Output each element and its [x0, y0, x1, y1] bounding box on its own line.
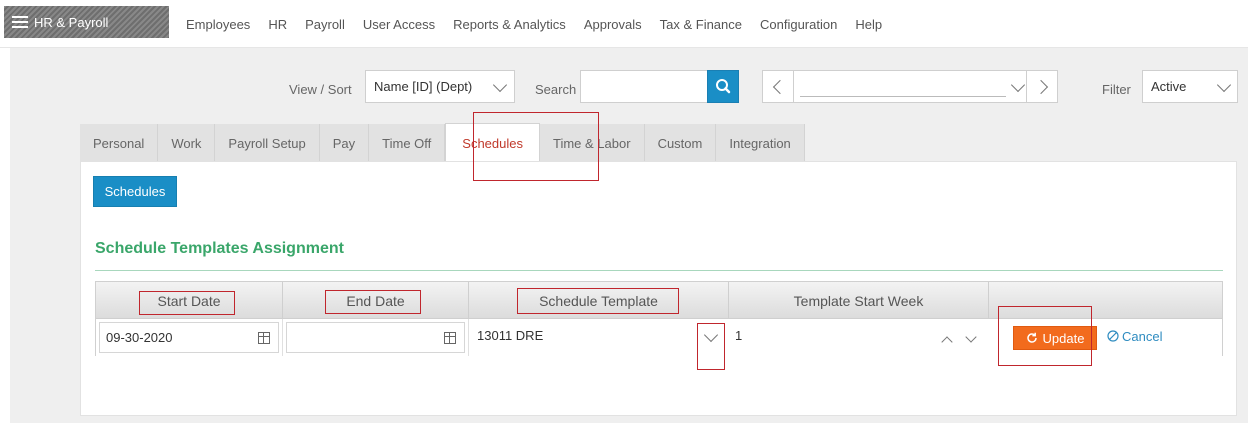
grid-header: Start Date End Date Schedule Template Te… — [96, 282, 1222, 319]
end-date-cell — [283, 319, 469, 356]
main-nav: Employees HR Payroll User Access Reports… — [186, 0, 900, 48]
nav-item-employees[interactable]: Employees — [186, 17, 250, 32]
chevron-down-icon — [1010, 77, 1026, 93]
chevron-down-icon — [492, 77, 508, 93]
nav-item-payroll[interactable]: Payroll — [305, 17, 345, 32]
view-sort-label: View / Sort — [289, 82, 352, 97]
view-sort-value: Name [ID] (Dept) — [374, 79, 473, 94]
section-title: Schedule Templates Assignment — [95, 240, 344, 257]
section-divider — [95, 270, 1223, 271]
chevron-right-icon — [1033, 79, 1049, 95]
employee-select[interactable] — [794, 70, 1026, 103]
chevron-down-icon — [1216, 77, 1232, 93]
column-header-schedule-template[interactable]: Schedule Template — [469, 282, 729, 319]
template-start-week-cell: 1 — [729, 319, 989, 356]
nav-item-reports-analytics[interactable]: Reports & Analytics — [453, 17, 566, 32]
nav-item-approvals[interactable]: Approvals — [584, 17, 642, 32]
table-row: 09-30-2020 13011 DRE 1 Update Cancel — [96, 319, 1222, 356]
nav-item-tax-finance[interactable]: Tax & Finance — [660, 17, 742, 32]
column-header-actions — [989, 282, 1222, 319]
tab-work[interactable]: Work — [158, 124, 216, 162]
update-label: Update — [1042, 330, 1085, 346]
view-sort-select[interactable]: Name [ID] (Dept) — [365, 70, 515, 103]
search-input[interactable] — [580, 70, 708, 103]
nav-item-user-access[interactable]: User Access — [363, 17, 435, 32]
schedule-template-select[interactable]: 13011 DRE — [469, 319, 729, 356]
column-header-end-date[interactable]: End Date — [283, 282, 469, 319]
chevron-left-icon — [772, 79, 788, 95]
cancel-circle-icon — [1107, 330, 1119, 342]
tab-time-labor[interactable]: Time & Labor — [540, 124, 645, 162]
update-button[interactable]: Update — [1013, 326, 1097, 350]
filter-select[interactable]: Active — [1142, 70, 1238, 103]
column-header-template-start-week[interactable]: Template Start Week — [729, 282, 989, 319]
tab-pay[interactable]: Pay — [319, 124, 370, 162]
calendar-icon[interactable] — [444, 332, 456, 344]
filter-value: Active — [1151, 79, 1187, 94]
tab-custom[interactable]: Custom — [644, 124, 717, 162]
employee-select-underline — [800, 96, 1006, 97]
nav-item-help[interactable]: Help — [855, 17, 882, 32]
schedules-panel: Schedules Schedule Templates Assignment … — [80, 161, 1237, 416]
start-date-cell: 09-30-2020 — [96, 319, 283, 356]
app-title: HR & Payroll — [34, 14, 109, 30]
tab-integration[interactable]: Integration — [716, 124, 805, 162]
search-button[interactable] — [707, 70, 739, 103]
app-menu-button[interactable]: HR & Payroll — [4, 6, 169, 38]
search-icon — [716, 79, 731, 94]
nav-item-hr[interactable]: HR — [268, 17, 287, 32]
schedule-assignment-grid: Start Date End Date Schedule Template Te… — [95, 281, 1223, 356]
tab-schedules[interactable]: Schedules — [445, 123, 540, 163]
tab-time-off[interactable]: Time Off — [369, 124, 446, 162]
schedules-button[interactable]: Schedules — [93, 176, 177, 207]
refresh-icon — [1026, 332, 1037, 343]
search-label: Search — [535, 82, 577, 97]
cancel-link[interactable]: Cancel — [1107, 329, 1162, 344]
calendar-icon[interactable] — [258, 332, 270, 344]
tab-personal[interactable]: Personal — [80, 124, 159, 162]
next-employee-button[interactable] — [1026, 70, 1058, 103]
template-start-week-input[interactable]: 1 — [729, 319, 989, 356]
end-date-input[interactable] — [286, 322, 465, 353]
nav-item-configuration[interactable]: Configuration — [760, 17, 837, 32]
previous-employee-button[interactable] — [762, 70, 794, 103]
top-navigation: HR & Payroll Employees HR Payroll User A… — [0, 0, 1248, 48]
filter-label: Filter — [1102, 82, 1131, 97]
employee-tabs: Personal Work Payroll Setup Pay Time Off… — [80, 123, 805, 163]
hamburger-icon — [12, 16, 28, 28]
cancel-label: Cancel — [1122, 329, 1163, 344]
start-date-input[interactable]: 09-30-2020 — [99, 322, 279, 353]
column-header-start-date[interactable]: Start Date — [96, 282, 283, 319]
schedule-template-cell: 13011 DRE — [469, 319, 729, 356]
tab-payroll-setup[interactable]: Payroll Setup — [215, 124, 320, 162]
